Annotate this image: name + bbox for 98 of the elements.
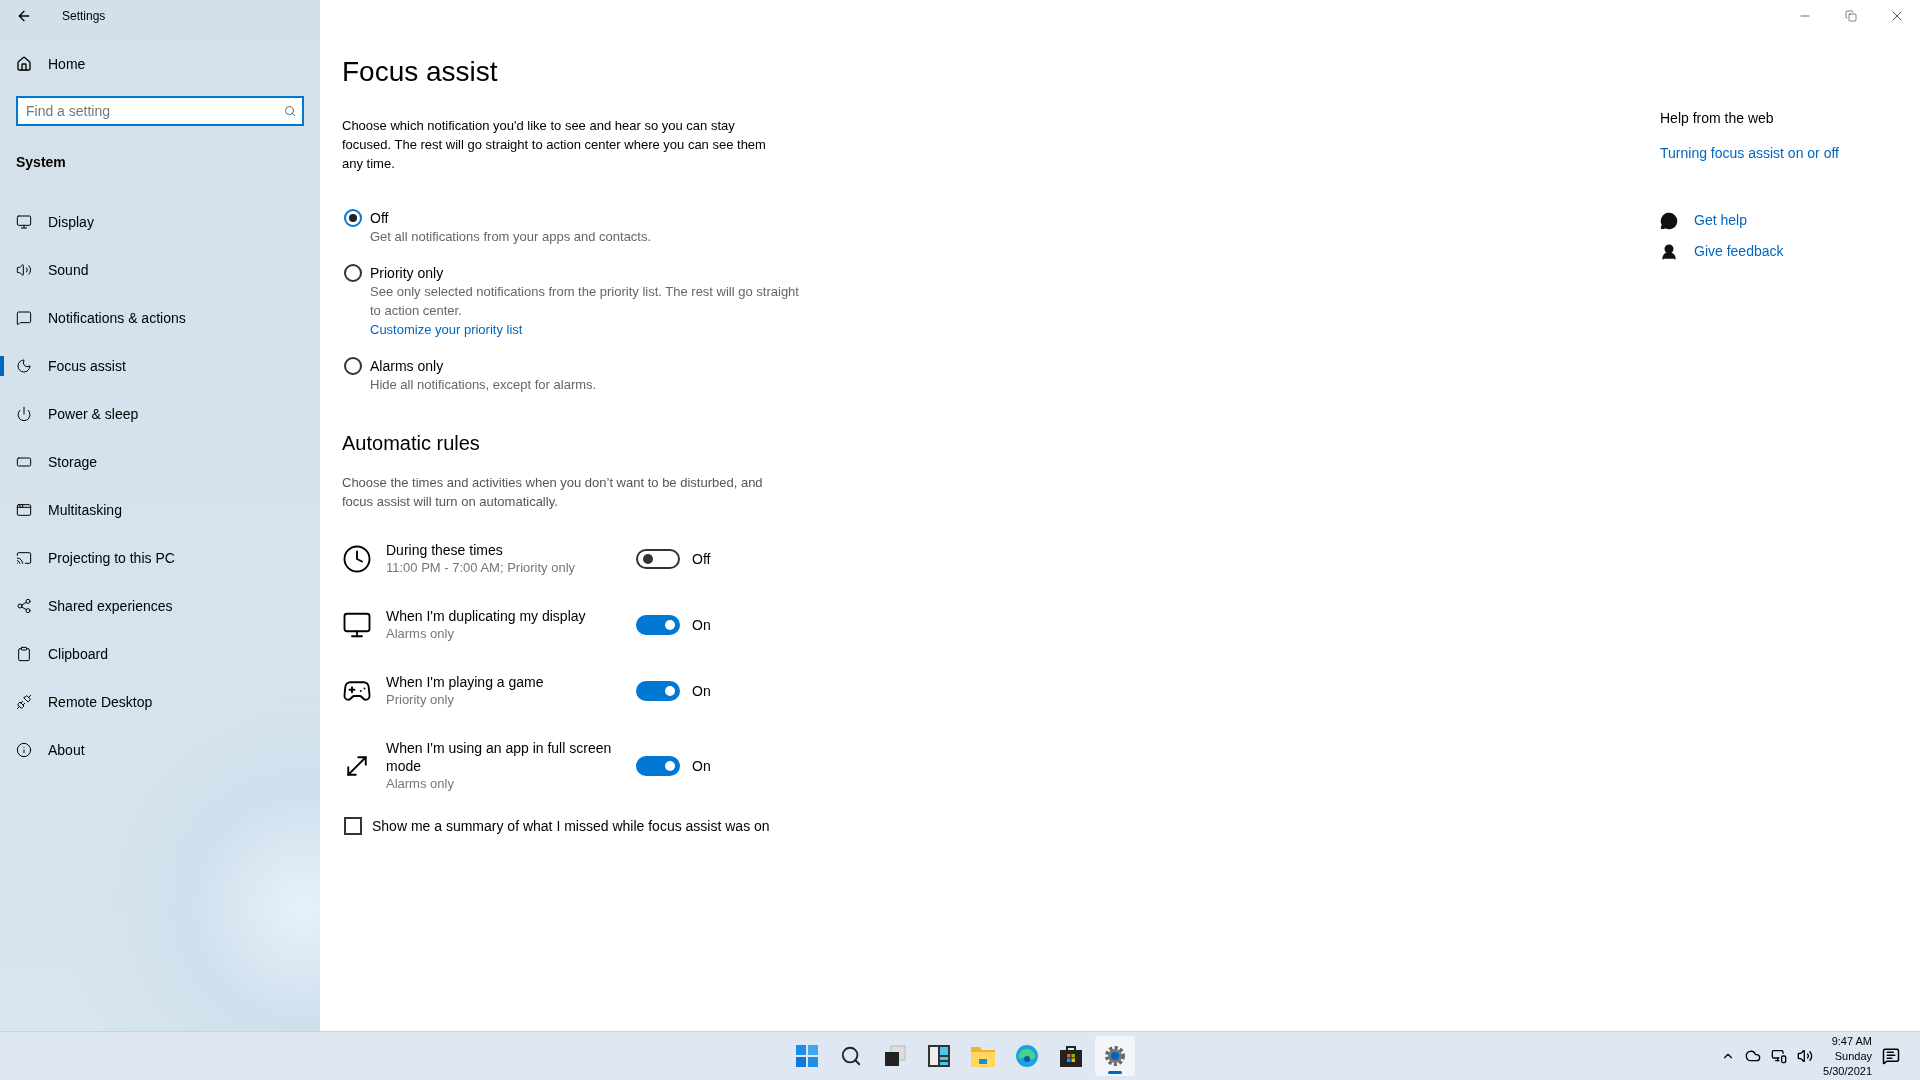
toggle-switch[interactable]: [636, 549, 680, 569]
home-nav-item[interactable]: Home: [0, 40, 320, 88]
gear-icon: [1104, 1045, 1126, 1067]
section-heading: Automatic rules: [342, 432, 481, 455]
display-icon: [16, 214, 32, 230]
cast-icon: [16, 550, 32, 566]
radio-button[interactable]: [344, 357, 362, 375]
section-heading: System: [15, 153, 67, 172]
option-description: Get all notifications from your apps and contacts.: [370, 228, 653, 246]
window-title: Settings: [62, 9, 106, 23]
store-icon: [1060, 1045, 1082, 1067]
message-icon: [16, 310, 32, 326]
start-icon: [796, 1045, 818, 1067]
option-label: Alarms only: [370, 357, 445, 375]
page-title: Focus assist: [342, 56, 499, 88]
info-icon: [16, 742, 32, 758]
cloud-icon[interactable]: [1745, 1048, 1762, 1064]
help-icon: [1660, 211, 1678, 230]
rules-intro-text: Choose the times and activities when you don’t want to be disturbed, and focus assist will turn on automatically.: [342, 474, 764, 511]
sidebar-item-label: About: [48, 742, 85, 758]
intro-text: Choose which notification you'd like to see and hear so you can stay focused. The rest will go straight to action center where you can see them any time.: [342, 117, 767, 173]
option-label: Off: [370, 209, 390, 227]
option-description: See only selected notifications from the priority list. The rest will go straight to action center.: [370, 283, 800, 320]
rule-subtitle: Priority only: [386, 691, 455, 709]
search-icon: [840, 1045, 862, 1067]
option-label: Priority only: [370, 264, 445, 282]
widgets-icon: [928, 1045, 950, 1067]
home-label: Home: [48, 56, 86, 72]
task-view-icon: [884, 1045, 906, 1067]
sidebar-item-label: Sound: [48, 262, 89, 278]
toggle-switch[interactable]: [636, 615, 680, 635]
sidebar-item-label: Focus assist: [48, 358, 126, 374]
browser-icon: [1016, 1045, 1038, 1067]
speaker-icon: [16, 262, 32, 278]
sidebar-item[interactable]: Sound: [0, 246, 320, 294]
toggle-state: On: [692, 758, 711, 774]
sidebar-item[interactable]: Display: [0, 198, 320, 246]
rule-subtitle: Alarms only: [386, 775, 455, 793]
network-icon[interactable]: [1771, 1048, 1788, 1064]
sidebar-item[interactable]: About: [0, 726, 320, 774]
monitor-icon: [342, 610, 372, 640]
sidebar-item-label: Projecting to this PC: [48, 550, 175, 566]
sidebar-item-label: Notifications & actions: [48, 310, 186, 326]
option-description: Hide all notifications, except for alarms.: [370, 376, 598, 394]
moon-icon: [16, 358, 32, 374]
sidebar-item[interactable]: Remote Desktop: [0, 678, 320, 726]
sidebar-item-label: Shared experiences: [48, 598, 173, 614]
plug-icon: [16, 694, 32, 710]
rule-subtitle: Alarms only: [386, 625, 455, 643]
storage-icon: [16, 454, 32, 470]
restore-icon[interactable]: [1845, 10, 1857, 22]
toggle-switch[interactable]: [636, 681, 680, 701]
sidebar-item[interactable]: Focus assist: [0, 342, 320, 390]
sidebar-item[interactable]: Power & sleep: [0, 390, 320, 438]
help-heading: Help from the web: [1660, 110, 1775, 126]
back-icon[interactable]: [16, 8, 32, 24]
power-icon: [16, 406, 32, 422]
checkbox-label: Show me a summary of what I missed while focus assist was on: [372, 818, 770, 834]
priority-list-link[interactable]: Customize your priority list: [370, 322, 523, 337]
home-icon: [16, 56, 32, 72]
rule-title: When I'm duplicating my display: [386, 607, 587, 625]
rule-title: When I'm playing a game: [386, 673, 545, 691]
toggle-state: On: [692, 683, 711, 699]
volume-icon[interactable]: [1797, 1048, 1814, 1064]
toggle-switch[interactable]: [636, 756, 680, 776]
help-action-link[interactable]: Give feedback: [1694, 242, 1784, 261]
checkbox[interactable]: [344, 817, 362, 835]
help-action-link[interactable]: Get help: [1694, 211, 1747, 230]
toggle-state: On: [692, 617, 711, 633]
help-link[interactable]: Turning focus assist on or off: [1660, 144, 1920, 163]
sidebar-item-label: Display: [48, 214, 94, 230]
search-field[interactable]: Find a setting: [16, 96, 304, 126]
sidebar-item-label: Storage: [48, 454, 98, 470]
toggle-state: Off: [692, 551, 711, 567]
windows-icon: [16, 502, 32, 518]
sidebar-item-label: Clipboard: [48, 646, 108, 662]
sidebar-item[interactable]: Notifications & actions: [0, 294, 320, 342]
radio-button[interactable]: [344, 264, 362, 282]
radio-button[interactable]: [344, 209, 362, 227]
rule-title: When I'm using an app in full screen mode: [386, 739, 613, 775]
sidebar-item-label: Power & sleep: [48, 406, 139, 422]
sidebar-item-label: Multitasking: [48, 502, 122, 518]
clock-icon: [342, 544, 372, 574]
sidebar-item[interactable]: Clipboard: [0, 630, 320, 678]
taskbar-clock[interactable]: 9:47 AM Sunday 5/30/2021: [1823, 1033, 1872, 1079]
share-icon: [16, 598, 32, 614]
clipboard-icon: [16, 646, 32, 662]
sidebar-item[interactable]: Storage: [0, 438, 320, 486]
notification-icon[interactable]: [1882, 1047, 1900, 1065]
sidebar-item[interactable]: Projecting to this PC: [0, 534, 320, 582]
search-icon: [284, 105, 296, 117]
rule-title: During these times: [386, 541, 504, 559]
feedback-icon: [1660, 242, 1678, 261]
sidebar-item[interactable]: Shared experiences: [0, 582, 320, 630]
sidebar-item[interactable]: Multitasking: [0, 486, 320, 534]
rule-subtitle: 11:00 PM - 7:00 AM; Priority only: [386, 559, 577, 577]
sidebar-item-label: Remote Desktop: [48, 694, 153, 710]
folder-icon: [971, 1045, 995, 1067]
